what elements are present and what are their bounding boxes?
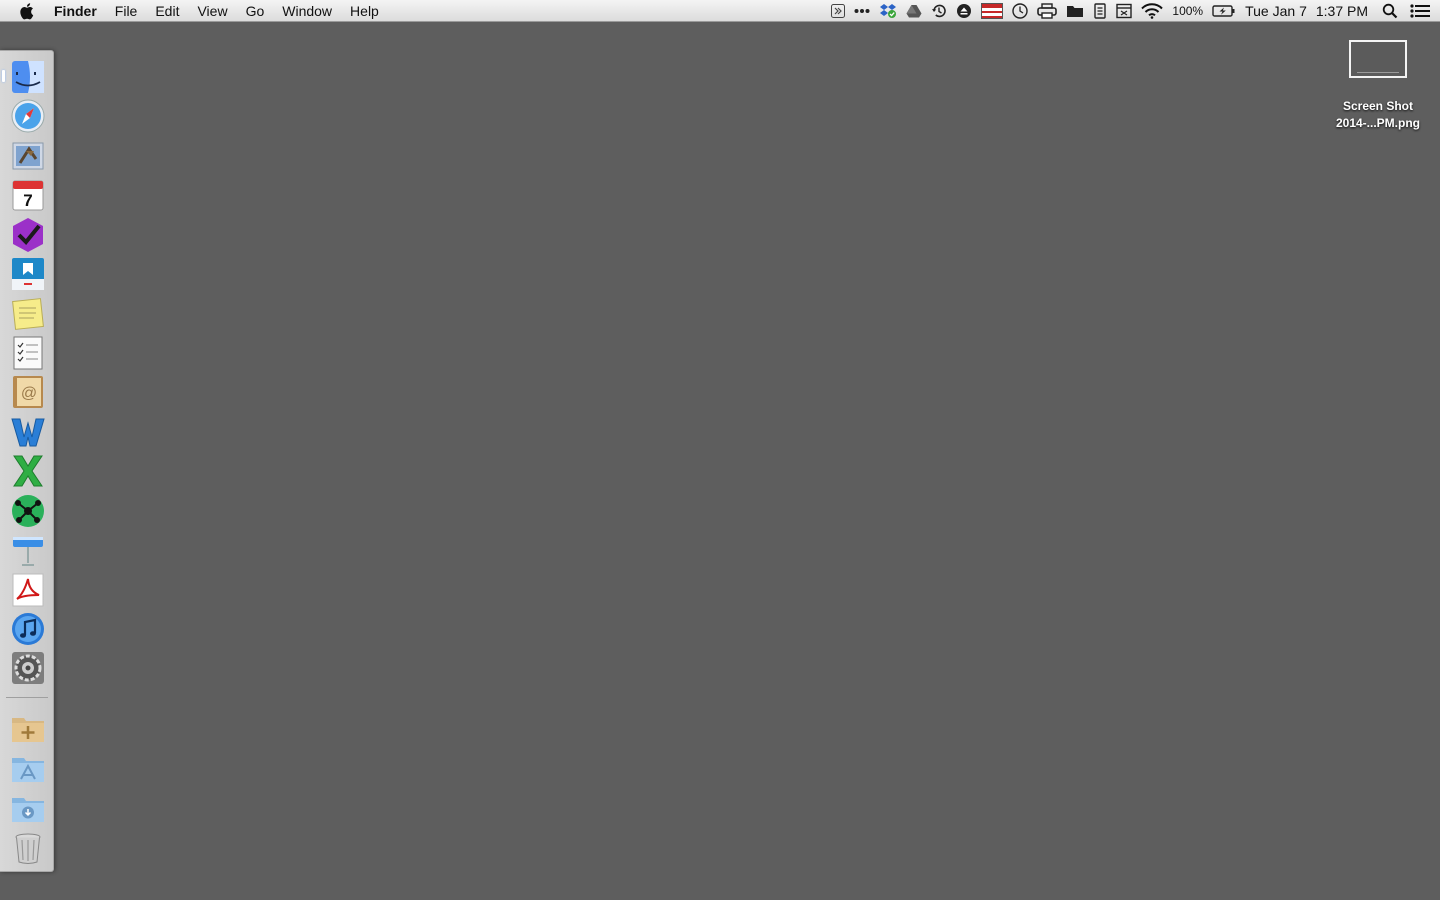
menu-view[interactable]: View (188, 0, 236, 22)
mindmap-icon[interactable] (9, 492, 47, 530)
menu-file[interactable]: File (106, 0, 147, 22)
document-icon[interactable] (1093, 0, 1107, 22)
clock-icon[interactable] (1012, 0, 1029, 22)
file-name-line-1: Screen Shot (1342, 99, 1414, 113)
stickies-icon[interactable] (9, 295, 47, 333)
file-name-label[interactable]: Screen Shot 2014-...PM.png (1318, 98, 1438, 132)
stack-folder-icon[interactable] (9, 709, 47, 747)
menu-help[interactable]: Help (341, 0, 388, 22)
google-drive-icon[interactable] (906, 0, 922, 22)
trash-icon[interactable] (9, 829, 47, 867)
acrobat-icon[interactable] (9, 571, 47, 609)
printer-icon[interactable] (1037, 0, 1058, 22)
status-menus: 100% Tue Jan 7 1:37 PM (822, 0, 1430, 22)
contacts-icon[interactable]: @ (9, 373, 47, 411)
desktop-file-screenshot[interactable]: Screen Shot 2014-...PM.png (1318, 40, 1438, 132)
menubar-flag-icon[interactable] (981, 0, 1004, 22)
menu-go[interactable]: Go (237, 0, 274, 22)
dock-separator (6, 697, 48, 698)
finder-icon[interactable] (9, 58, 47, 96)
finder-running-indicator (2, 70, 5, 82)
system-preferences-icon[interactable] (9, 649, 47, 687)
menubar-date[interactable]: Tue Jan 7 (1245, 0, 1307, 22)
battery-percent[interactable]: 100% (1172, 0, 1203, 22)
keynote-icon[interactable] (9, 531, 47, 569)
more-icon[interactable] (854, 0, 870, 22)
dropbox-app-icon[interactable] (9, 255, 47, 293)
battery-charging-icon[interactable] (1212, 0, 1236, 22)
omnifocus-icon[interactable] (9, 216, 47, 254)
menu-bar: Finder File Edit View Go Window Help 100… (0, 0, 1440, 22)
notification-center-icon[interactable] (1410, 0, 1430, 22)
apple-menu-icon[interactable] (20, 2, 36, 20)
word-icon[interactable] (9, 413, 47, 451)
thumbnail-detail (1357, 72, 1399, 73)
menubar-time[interactable]: 1:37 PM (1316, 0, 1368, 22)
menu-window[interactable]: Window (273, 0, 341, 22)
eject-icon[interactable] (956, 0, 972, 22)
dropbox-icon[interactable] (879, 0, 897, 22)
svg-text:@: @ (21, 385, 37, 402)
folder-icon[interactable] (1066, 0, 1084, 22)
menu-edit[interactable]: Edit (146, 0, 188, 22)
spotlight-search-icon[interactable] (1382, 0, 1398, 22)
calendar-day: 7 (23, 191, 32, 210)
excel-icon[interactable] (9, 452, 47, 490)
app-menu-finder[interactable]: Finder (54, 0, 106, 22)
dock: 7 @ (0, 50, 54, 872)
textexpander-icon[interactable] (831, 0, 846, 22)
desktop[interactable]: Finder File Edit View Go Window Help 100… (0, 0, 1440, 900)
wifi-icon[interactable] (1141, 0, 1164, 22)
safari-icon[interactable] (9, 97, 47, 135)
applications-folder-icon[interactable] (9, 749, 47, 787)
file-name-line-2: 2014-...PM.png (1335, 116, 1421, 130)
downloads-folder-icon[interactable] (9, 789, 47, 827)
itunes-icon[interactable] (9, 610, 47, 648)
reminders-icon[interactable] (9, 334, 47, 372)
mail-icon[interactable] (9, 137, 47, 175)
screenshot-thumbnail[interactable] (1349, 40, 1407, 78)
calendar-menu-icon[interactable] (1116, 0, 1133, 22)
time-machine-icon[interactable] (931, 0, 947, 22)
calendar-icon[interactable]: 7 (9, 176, 47, 214)
